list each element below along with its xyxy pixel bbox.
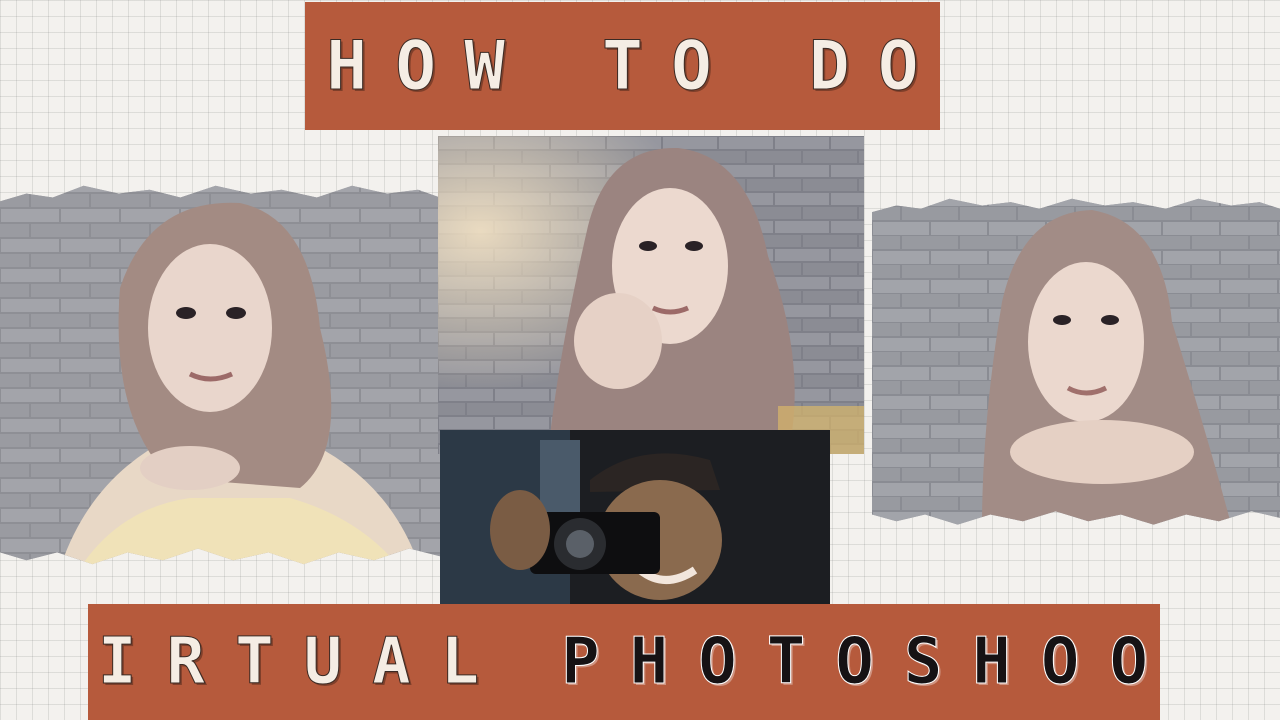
title-banner-top: HOW TO DO <box>305 2 940 130</box>
photo-left <box>0 185 440 565</box>
title-line-2: VIRTUAL PHOTOSHOOT <box>88 625 1160 700</box>
photo-center <box>438 136 864 454</box>
title-word-virtual: VIRTUAL <box>88 625 510 700</box>
photo-right <box>872 198 1280 525</box>
title-word-photoshoot: PHOTOSHOOT <box>561 625 1160 700</box>
photo-center-image <box>438 136 864 454</box>
photo-right-image <box>872 198 1280 525</box>
photo-left-image <box>0 185 440 565</box>
title-line-1: HOW TO DO <box>326 26 940 106</box>
photo-bottom <box>440 430 830 604</box>
photo-bottom-image <box>440 430 830 604</box>
title-banner-bottom: VIRTUAL PHOTOSHOOT <box>88 604 1160 720</box>
